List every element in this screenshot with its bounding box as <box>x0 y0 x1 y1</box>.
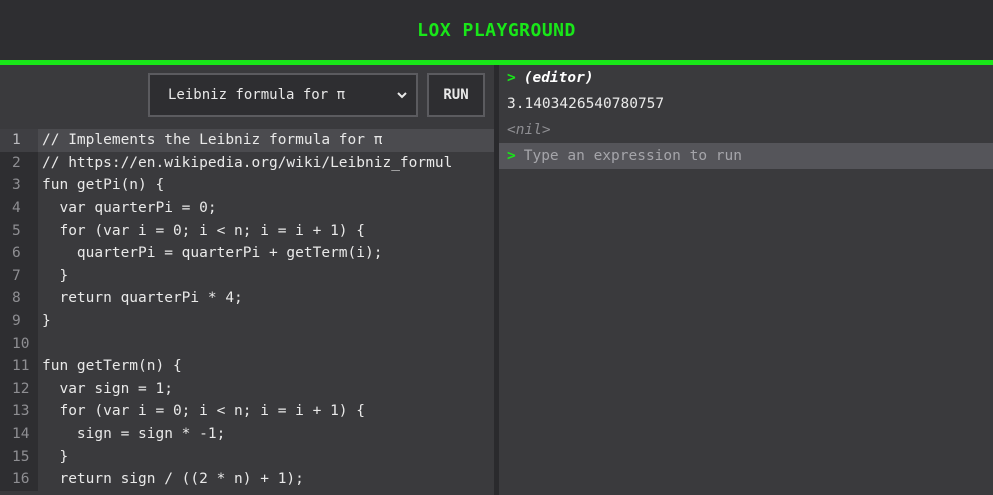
code-line[interactable]: 7 } <box>0 264 494 288</box>
code-line[interactable]: 3 fun getPi(n) { <box>0 174 494 197</box>
header: LOX PLAYGROUND <box>0 0 993 60</box>
code-text: return quarterPi * 4; <box>42 290 243 307</box>
line-number: 14 <box>0 422 38 446</box>
code-editor[interactable]: 1// Implements the Leibniz formula for π… <box>0 129 494 495</box>
line-number: 6 <box>0 242 38 265</box>
repl-pane: > (editor) 3.1403426540780757 <nil> > <box>499 65 993 495</box>
repl-input[interactable] <box>523 148 964 164</box>
code-line[interactable]: 10 <box>0 332 494 355</box>
line-number: 16 <box>0 468 38 491</box>
line-number: 7 <box>0 264 38 288</box>
line-number: 4 <box>0 196 38 220</box>
page-title: LOX PLAYGROUND <box>417 19 576 41</box>
repl-source-label: (editor) <box>523 70 594 86</box>
code-text: quarterPi = quarterPi + getTerm(i); <box>42 245 383 262</box>
repl-input-row[interactable]: > <box>499 143 993 169</box>
line-number: 9 <box>0 309 38 333</box>
code-line[interactable]: 11 fun getTerm(n) { <box>0 355 494 378</box>
line-number: 15 <box>0 445 38 468</box>
chevron-down-icon <box>397 92 407 99</box>
code-line[interactable]: 14 sign = sign * -1; <box>0 422 494 446</box>
line-number: 2 <box>0 151 38 175</box>
code-text: for (var i = 0; i < n; i = i + 1) { <box>42 403 366 420</box>
repl-result-row: <nil> <box>499 117 993 143</box>
code-text: fun getTerm(n) { <box>42 358 182 375</box>
code-text: } <box>42 448 69 465</box>
code-line[interactable]: 16 return sign / ((2 * n) + 1); <box>0 468 494 491</box>
code-line[interactable]: 1// Implements the Leibniz formula for π <box>0 129 494 152</box>
line-number: 8 <box>0 287 38 310</box>
line-number: 12 <box>0 377 38 401</box>
code-text: var quarterPi = 0; <box>42 200 217 217</box>
code-line[interactable]: 15 } <box>0 445 494 468</box>
code-text: fun getPi(n) { <box>42 177 165 194</box>
example-select-value: Leibniz formula for π <box>168 87 346 103</box>
code-text: for (var i = 0; i < n; i = i + 1) { <box>42 222 366 239</box>
code-text: } <box>42 313 51 330</box>
code-text: var sign = 1; <box>42 380 173 397</box>
line-number: 10 <box>0 332 38 355</box>
line-number: 11 <box>0 355 38 378</box>
repl-output: 3.1403426540780757 <box>507 96 665 112</box>
toolbar: Leibniz formula for π RUN <box>0 65 494 128</box>
example-select[interactable]: Leibniz formula for π <box>148 73 418 117</box>
repl-output-row: 3.1403426540780757 <box>499 91 993 117</box>
prompt-icon: > <box>507 70 516 86</box>
code-line[interactable]: 12 var sign = 1; <box>0 377 494 401</box>
run-button[interactable]: RUN <box>427 73 485 117</box>
code-line[interactable]: 2// https://en.wikipedia.org/wiki/Leibni… <box>0 151 494 175</box>
code-line[interactable]: 9} <box>0 309 494 333</box>
lox-playground-app: LOX PLAYGROUND Leibniz formula for π RUN… <box>0 0 993 495</box>
line-number: 3 <box>0 174 38 197</box>
code-line[interactable]: 6 quarterPi = quarterPi + getTerm(i); <box>0 242 494 265</box>
prompt-icon: > <box>507 148 516 164</box>
code-text: // Implements the Leibniz formula for π <box>42 132 383 149</box>
code-text: return sign / ((2 * n) + 1); <box>42 471 304 488</box>
repl-result: <nil> <box>507 122 551 138</box>
code-text: } <box>42 267 69 284</box>
code-text: sign = sign * -1; <box>42 426 226 443</box>
line-number: 13 <box>0 400 38 423</box>
code-line[interactable]: 5 for (var i = 0; i < n; i = i + 1) { <box>0 219 494 242</box>
repl-entry-editor: > (editor) <box>499 65 993 91</box>
line-number: 1 <box>0 129 38 152</box>
code-line[interactable]: 4 var quarterPi = 0; <box>0 196 494 220</box>
line-number: 5 <box>0 219 38 242</box>
editor-pane: Leibniz formula for π RUN 1// Implements… <box>0 65 494 495</box>
code-line[interactable]: 13 for (var i = 0; i < n; i = i + 1) { <box>0 400 494 423</box>
code-line[interactable]: 8 return quarterPi * 4; <box>0 287 494 310</box>
code-text: // https://en.wikipedia.org/wiki/Leibniz… <box>42 154 453 171</box>
